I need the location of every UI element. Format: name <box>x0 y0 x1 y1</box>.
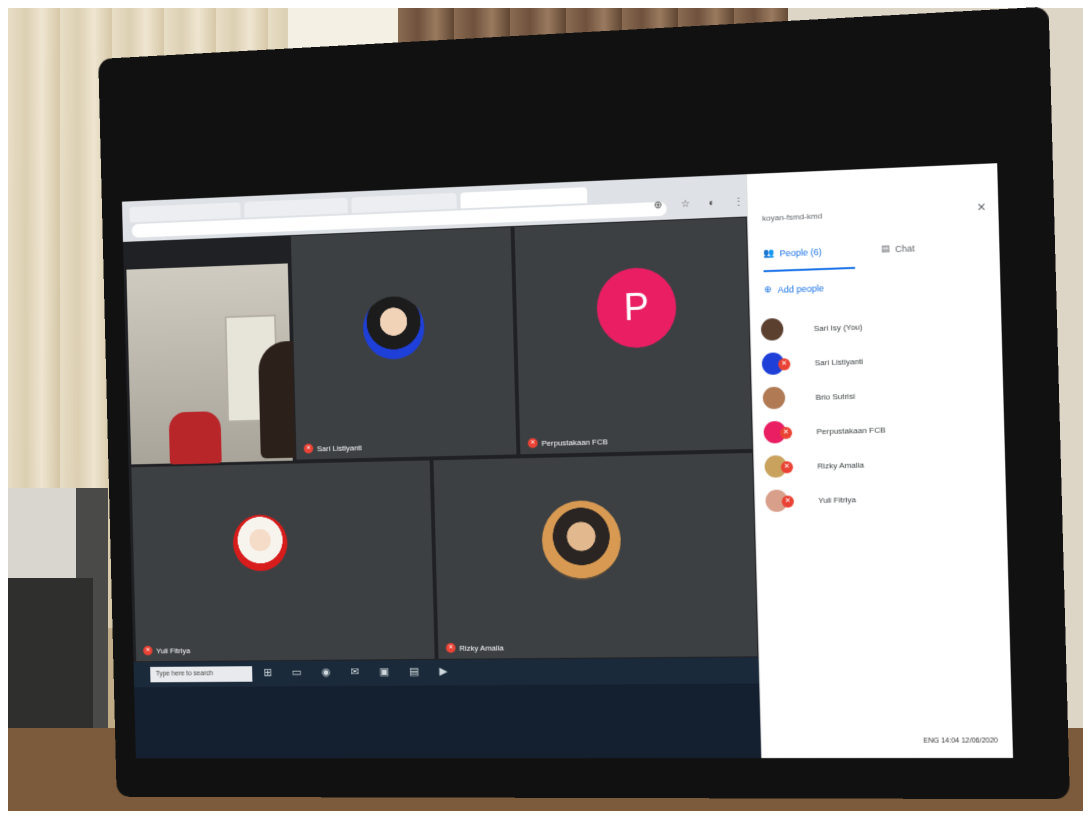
person-name: Rizky Amalia <box>817 459 865 471</box>
mic-off-icon: ✕ <box>527 438 538 449</box>
windows-taskbar: Type here to search ⊞ ▭ ◉ ✉ ▣ ▤ ▶ <box>133 657 760 688</box>
tab-people-label: People (6) <box>779 246 822 259</box>
list-item[interactable]: ✕ Rizky Amalia <box>764 444 996 484</box>
avatar <box>762 386 786 410</box>
toolbar-icons[interactable]: ⊕ ☆ ◐ ⋮ <box>654 196 752 211</box>
participant-label: Yuli Fitriya <box>156 645 191 655</box>
participant-avatar <box>232 514 289 572</box>
participant-label: Rizky Amalia <box>459 643 504 653</box>
browser-tab[interactable] <box>351 192 457 214</box>
taskbar-search[interactable]: Type here to search <box>150 666 253 683</box>
desk-phone <box>8 578 93 728</box>
participant-label: Perpustakaan FCB <box>541 436 608 448</box>
tile-camera[interactable] <box>125 262 301 466</box>
mic-off-icon: ✕ <box>777 358 791 371</box>
taskbar-icons[interactable]: ⊞ ▭ ◉ ✉ ▣ ▤ ▶ <box>263 665 456 679</box>
tile-participant[interactable]: P ✕ Perpustakaan FCB <box>513 216 754 456</box>
meeting-code: koyan-fsmd-kmd <box>762 211 823 223</box>
people-icon: 👥 <box>762 247 775 259</box>
tab-chat[interactable]: ▤ Chat <box>881 242 915 254</box>
browser-tab[interactable] <box>244 197 348 218</box>
close-icon[interactable]: × <box>977 199 986 216</box>
people-panel: koyan-fsmd-kmd × 👥 People (6) ▤ Chat ⊕ A… <box>745 163 1014 759</box>
screen: ⊕ ☆ ◐ ⋮ ✕ Sari Listiyanti P ✕ Perpustaka… <box>121 163 1014 759</box>
person-name: Sari Isy (You) <box>813 321 863 333</box>
tray-language: ENG <box>923 737 940 745</box>
list-item[interactable]: ✕ Perpustakaan FCB <box>763 409 995 449</box>
mic-off-icon: ✕ <box>143 645 153 656</box>
participant-letter-avatar: P <box>595 266 678 349</box>
system-tray: ENG 14:04 12/06/2020 <box>923 737 998 744</box>
avatar <box>760 317 784 341</box>
mic-off-icon: ✕ <box>445 642 456 653</box>
mic-off-icon: ✕ <box>781 495 795 508</box>
tray-time: 14:04 <box>941 737 960 745</box>
participant-avatar <box>362 295 426 361</box>
tile-participant[interactable]: ✕ Rizky Amalia <box>432 451 759 660</box>
tile-participant[interactable]: ✕ Sari Listiyanti <box>289 226 518 461</box>
camera-chair <box>168 411 222 465</box>
add-people-label: Add people <box>777 282 825 295</box>
chat-icon: ▤ <box>881 243 891 254</box>
list-item[interactable]: ✕ Yuli Fitriya <box>765 479 997 518</box>
tab-people[interactable]: 👥 People (6) <box>763 246 822 259</box>
person-name: Yuli Fitriya <box>818 494 857 505</box>
active-tab-indicator <box>763 266 856 273</box>
person-name: Perpustakaan FCB <box>816 424 886 436</box>
mic-off-icon: ✕ <box>303 443 314 454</box>
people-list: Sari Isy (You) ✕ Sari Listiyanti Brio Su… <box>760 305 998 518</box>
participant-name: ✕ Yuli Fitriya <box>143 645 191 656</box>
person-name: Brio Sutrisi <box>815 391 856 402</box>
add-person-icon: ⊕ <box>763 284 772 295</box>
tray-date: 12/06/2020 <box>961 737 999 745</box>
add-people-button[interactable]: ⊕ Add people <box>764 282 824 295</box>
participant-label: Sari Listiyanti <box>316 442 363 453</box>
participant-avatar <box>541 499 622 581</box>
participant-name: ✕ Sari Listiyanti <box>303 442 363 454</box>
person-name: Sari Listiyanti <box>814 356 864 367</box>
monitor: ⊕ ☆ ◐ ⋮ ✕ Sari Listiyanti P ✕ Perpustaka… <box>98 6 1070 800</box>
mic-off-icon: ✕ <box>780 461 794 474</box>
participant-name: ✕ Rizky Amalia <box>445 642 504 653</box>
video-grid: ✕ Sari Listiyanti P ✕ Perpustakaan FCB ✕… <box>122 216 759 663</box>
tile-participant[interactable]: ✕ Yuli Fitriya <box>130 459 436 663</box>
tab-chat-label: Chat <box>894 242 915 254</box>
mic-off-icon: ✕ <box>779 426 793 440</box>
participant-name: ✕ Perpustakaan FCB <box>527 436 608 449</box>
printer <box>8 488 76 578</box>
list-item[interactable]: Brio Sutrisi <box>762 375 994 416</box>
